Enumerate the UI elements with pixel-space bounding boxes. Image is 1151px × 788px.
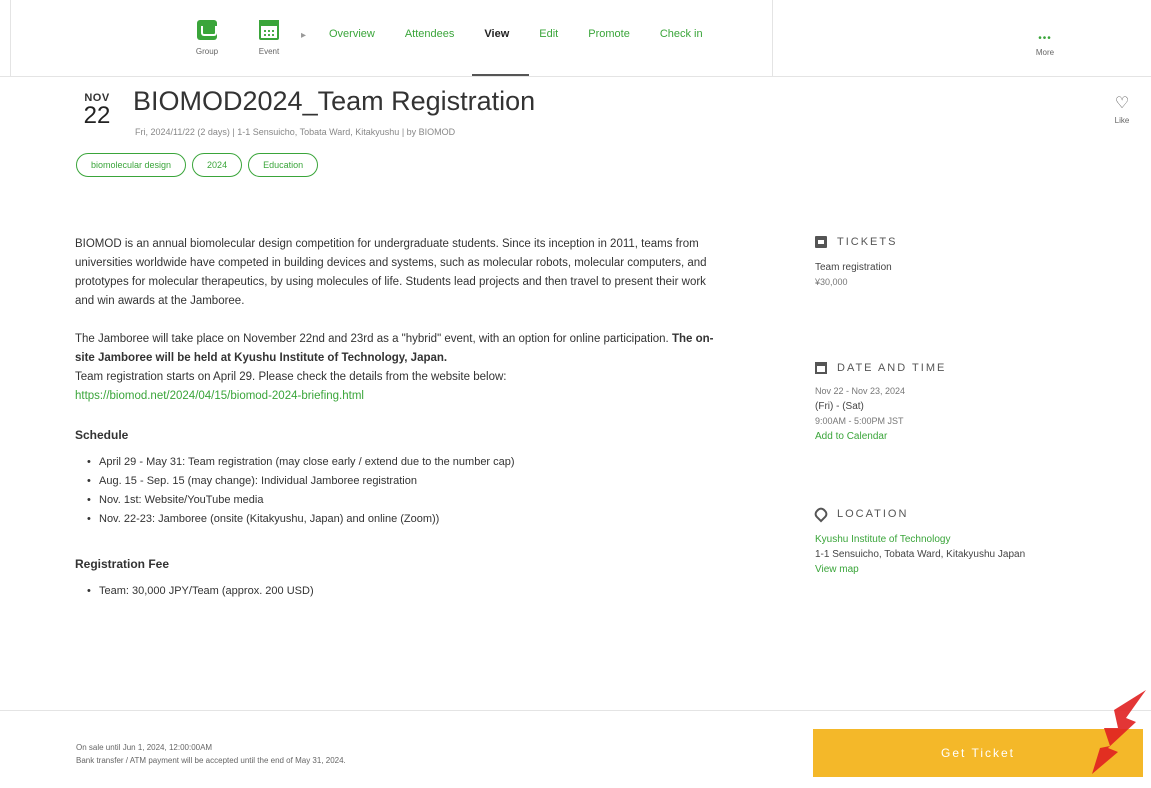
event-title: BIOMOD2024_Team Registration	[133, 86, 536, 116]
tab-edit[interactable]: Edit	[539, 28, 558, 76]
event-subtitle: Fri, 2024/11/22 (2 days) | 1-1 Sensuicho…	[135, 127, 456, 137]
add-to-calendar-link[interactable]: Add to Calendar	[815, 429, 1115, 444]
description-paragraph: https://biomod.net/2024/04/15/biomod-202…	[75, 387, 725, 406]
like-button[interactable]: ♡ Like	[1110, 95, 1134, 126]
nav-group-label: Group	[195, 47, 219, 56]
annotation-arrow-icon	[1092, 690, 1146, 774]
event-description: BIOMOD is an annual biomolecular design …	[75, 235, 725, 601]
description-paragraph: BIOMOD is an annual biomolecular design …	[75, 238, 707, 307]
sale-note-line: Bank transfer / ATM payment will be acce…	[76, 756, 346, 765]
briefing-link[interactable]: https://biomod.net/2024/04/15/biomod-202…	[75, 390, 364, 402]
bottom-bar: On sale until Jun 1, 2024, 12:00:00AM Ba…	[0, 710, 1151, 788]
list-item: Nov. 22-23: Jamboree (onsite (Kitakyushu…	[87, 510, 725, 529]
fee-list: Team: 30,000 JPY/Team (approx. 200 USD)	[87, 582, 725, 601]
date-badge: NOV 22	[80, 92, 114, 128]
nav-event[interactable]: Event	[249, 20, 289, 56]
annotation-arrow-shape	[1092, 690, 1146, 774]
date-days: (Fri) - (Sat)	[815, 401, 864, 412]
date-range: Nov 22 - Nov 23, 2024	[815, 386, 906, 396]
event-calendar-icon	[259, 20, 279, 40]
list-item: April 29 - May 31: Team registration (ma…	[87, 453, 725, 472]
sale-note-line: On sale until Jun 1, 2024, 12:00:00AM	[76, 743, 213, 752]
list-item: Aug. 15 - Sep. 15 (may change): Individu…	[87, 472, 725, 491]
more-label: More	[1035, 48, 1055, 57]
description-paragraph: The Jamboree will take place on November…	[75, 330, 725, 368]
group-icon	[197, 20, 217, 40]
tickets-heading: TICKETS	[815, 236, 1115, 248]
tab-view[interactable]: View	[472, 28, 530, 76]
date-day: 22	[83, 102, 111, 129]
tag-pill[interactable]: 2024	[192, 153, 243, 177]
date-time-section: DATE AND TIME Nov 22 - Nov 23, 2024 (Fri…	[815, 362, 1115, 444]
tickets-heading-text: TICKETS	[837, 236, 898, 248]
description-text: The Jamboree will take place on November…	[75, 333, 672, 345]
schedule-list: April 29 - May 31: Team registration (ma…	[87, 453, 725, 529]
date-time: 9:00AM - 5:00PM JST	[815, 416, 904, 426]
sale-note: On sale until Jun 1, 2024, 12:00:00AM Ba…	[76, 741, 346, 767]
more-button[interactable]: ••• More	[1025, 33, 1065, 58]
like-label: Like	[1114, 116, 1130, 125]
tab-overview[interactable]: Overview	[329, 28, 375, 76]
tag-list: biomolecular design 2024 Education	[76, 153, 324, 177]
ticket-price: ¥30,000	[815, 277, 848, 287]
tag-pill[interactable]: biomolecular design	[76, 153, 187, 177]
tickets-section: TICKETS Team registration ¥30,000	[815, 236, 1115, 290]
ticket-name: Team registration	[815, 262, 892, 273]
description-paragraph: Team registration starts on April 29. Pl…	[75, 371, 507, 383]
date-heading: DATE AND TIME	[815, 362, 1115, 374]
location-address: 1-1 Sensuicho, Tobata Ward, Kitakyushu J…	[815, 549, 1026, 560]
ticket-icon	[815, 236, 827, 248]
date-heading-text: DATE AND TIME	[837, 362, 947, 374]
nav-tabs: Overview Attendees View Edit Promote Che…	[329, 28, 733, 76]
schedule-heading: Schedule	[75, 428, 129, 442]
list-item: Nov. 1st: Website/YouTube media	[87, 491, 725, 510]
chevron-right-icon: ▸	[301, 30, 307, 41]
location-pin-icon	[812, 505, 830, 523]
heart-icon: ♡	[1114, 95, 1130, 112]
nav-event-label: Event	[258, 47, 280, 56]
tag-pill[interactable]: Education	[248, 153, 319, 177]
nav-group[interactable]: Group	[187, 20, 227, 56]
fee-heading: Registration Fee	[75, 557, 170, 571]
list-item: Team: 30,000 JPY/Team (approx. 200 USD)	[87, 582, 725, 601]
location-section: LOCATION Kyushu Institute of Technology …	[812, 505, 1115, 577]
location-heading-text: LOCATION	[837, 508, 909, 520]
tab-promote[interactable]: Promote	[588, 28, 630, 76]
nav-left: Group Event ▸ Overview Attendees View Ed…	[10, 0, 773, 77]
tab-attendees[interactable]: Attendees	[405, 28, 455, 76]
calendar-icon	[815, 362, 827, 374]
location-name-link[interactable]: Kyushu Institute of Technology	[815, 532, 1115, 547]
top-nav: Group Event ▸ Overview Attendees View Ed…	[0, 0, 1151, 77]
view-map-link[interactable]: View map	[815, 562, 1115, 577]
location-heading: LOCATION	[812, 505, 1115, 523]
tab-check-in[interactable]: Check in	[660, 28, 703, 76]
more-dots-icon: •••	[1038, 33, 1052, 44]
